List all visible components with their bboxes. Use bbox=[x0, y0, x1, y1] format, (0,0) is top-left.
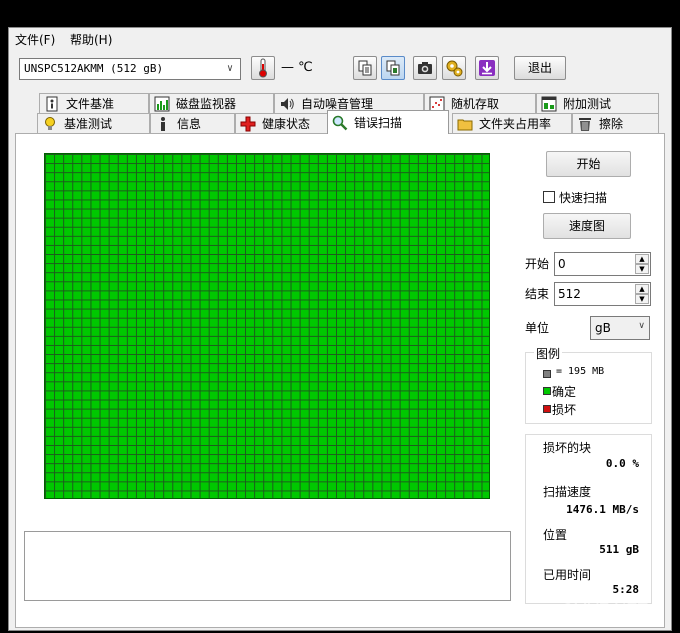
tab-folder-usage[interactable]: 文件夹占用率 bbox=[452, 113, 572, 133]
temperature-readout: — ℃ bbox=[281, 60, 313, 75]
window-chart-icon bbox=[541, 96, 557, 111]
start-button[interactable]: 开始 bbox=[546, 151, 631, 177]
chevron-down-icon: ∨ bbox=[226, 63, 234, 74]
watermark: SMYZ.NET bbox=[562, 600, 648, 619]
download-arrow-icon bbox=[479, 60, 495, 76]
info-icon bbox=[161, 116, 165, 131]
folder-icon bbox=[457, 119, 473, 130]
legend-ok-swatch bbox=[543, 387, 551, 395]
elapsed-label: 已用时间 bbox=[543, 568, 592, 582]
legend-damaged-swatch bbox=[543, 405, 551, 413]
tab-label: 健康状态 bbox=[262, 117, 311, 131]
elapsed-value: 5:28 bbox=[612, 583, 640, 596]
speaker-icon bbox=[281, 97, 294, 110]
start-field[interactable]: 0 ▲ ▼ bbox=[554, 252, 651, 276]
unit-label: 单位 bbox=[525, 321, 550, 335]
tab-disk-monitor[interactable]: 磁盘监视器 bbox=[149, 93, 274, 113]
screenshot-button[interactable] bbox=[413, 56, 437, 80]
bar-chart-icon bbox=[154, 96, 170, 111]
tab-label: 文件基准 bbox=[66, 97, 115, 111]
tab-label: 随机存取 bbox=[451, 97, 500, 111]
drive-select-value: UNSPC512AKMM (512 gB) bbox=[24, 62, 164, 75]
stats-group: 损坏的块 0.0 % 扫描速度 1476.1 MB/s 位置 511 gB 已用… bbox=[525, 434, 652, 604]
magnifier-icon bbox=[332, 115, 348, 130]
tab-label: 文件夹占用率 bbox=[479, 117, 552, 131]
legend-title: 图例 bbox=[534, 345, 563, 362]
chevron-down-icon: ∨ bbox=[638, 321, 645, 331]
spin-down-icon[interactable]: ▼ bbox=[635, 294, 649, 304]
spin-down-icon[interactable]: ▼ bbox=[635, 264, 649, 274]
legend-ok-label: 确定 bbox=[552, 385, 577, 399]
tab-erase[interactable]: 擦除 bbox=[572, 113, 659, 133]
end-field[interactable]: 512 ▲ ▼ bbox=[554, 282, 651, 306]
end-field-value: 512 bbox=[558, 287, 581, 301]
start-field-value: 0 bbox=[558, 257, 566, 271]
gears-icon bbox=[446, 60, 463, 77]
info-page-icon bbox=[46, 96, 58, 111]
position-label: 位置 bbox=[543, 528, 568, 542]
menu-help[interactable]: 帮助(H) bbox=[70, 31, 112, 48]
speed-map-button[interactable]: 速度图 bbox=[543, 213, 631, 239]
hdtune-window: 文件(F) 帮助(H) UNSPC512AKMM (512 gB) ∨ — ℃ bbox=[8, 27, 672, 631]
legend-damaged-label: 损坏 bbox=[552, 403, 577, 417]
options-button[interactable] bbox=[442, 56, 466, 80]
tab-error-scan[interactable]: 错误扫描 bbox=[327, 110, 449, 134]
spin-up-icon[interactable]: ▲ bbox=[635, 254, 649, 264]
scan-log bbox=[24, 531, 511, 601]
lightbulb-icon bbox=[45, 116, 55, 130]
menu-file[interactable]: 文件(F) bbox=[15, 31, 55, 48]
scan-speed-value: 1476.1 MB/s bbox=[566, 503, 639, 516]
red-cross-icon bbox=[240, 116, 256, 131]
damaged-blocks-label: 损坏的块 bbox=[543, 441, 592, 455]
thermometer-icon bbox=[259, 58, 267, 78]
copy-all-icon bbox=[386, 60, 400, 76]
unit-select-value: gB bbox=[595, 321, 611, 335]
tab-label: 附加测试 bbox=[563, 97, 612, 111]
damaged-blocks-value: 0.0 % bbox=[605, 457, 639, 470]
tab-file-benchmark[interactable]: 文件基准 bbox=[39, 93, 149, 113]
menu-bar: 文件(F) 帮助(H) bbox=[9, 28, 671, 48]
tab-label: 错误扫描 bbox=[354, 116, 403, 130]
quick-scan-label: 快速扫描 bbox=[559, 191, 608, 205]
error-scan-panel: 开始 快速扫描 速度图 开始 0 ▲ ▼ 结束 512 ▲ ▼ 单位 gB ∨ … bbox=[15, 133, 665, 628]
quick-scan-checkbox[interactable] bbox=[543, 191, 555, 203]
copy-all-button[interactable] bbox=[381, 56, 405, 80]
exit-button[interactable]: 退出 bbox=[514, 56, 566, 80]
tab-benchmark[interactable]: 基准测试 bbox=[37, 113, 150, 133]
spin-up-icon[interactable]: ▲ bbox=[635, 284, 649, 294]
drive-select[interactable]: UNSPC512AKMM (512 gB) ∨ bbox=[19, 58, 241, 80]
save-button[interactable] bbox=[475, 56, 499, 80]
tab-label: 磁盘监视器 bbox=[176, 97, 237, 111]
copy-icon bbox=[358, 60, 372, 76]
legend-block-swatch bbox=[543, 370, 551, 378]
tab-info[interactable]: 信息 bbox=[150, 113, 235, 133]
position-value: 511 gB bbox=[599, 543, 639, 556]
tab-health[interactable]: 健康状态 bbox=[235, 113, 331, 133]
tab-label: 信息 bbox=[177, 117, 202, 131]
temperature-button[interactable] bbox=[251, 56, 275, 80]
tab-extra-tests[interactable]: 附加测试 bbox=[536, 93, 659, 113]
legend-block-size: = 195 MB bbox=[556, 366, 605, 377]
start-field-label: 开始 bbox=[525, 257, 550, 271]
block-map bbox=[44, 153, 490, 499]
tab-label: 擦除 bbox=[599, 117, 624, 131]
camera-icon bbox=[418, 62, 432, 74]
end-field-label: 结束 bbox=[525, 287, 550, 301]
copy-text-button[interactable] bbox=[353, 56, 377, 80]
scan-speed-label: 扫描速度 bbox=[543, 485, 592, 499]
unit-select[interactable]: gB ∨ bbox=[590, 316, 650, 340]
trash-icon bbox=[579, 117, 591, 131]
tab-label: 基准测试 bbox=[64, 117, 113, 131]
legend-group: 图例 = 195 MB 确定 损坏 bbox=[525, 345, 652, 424]
